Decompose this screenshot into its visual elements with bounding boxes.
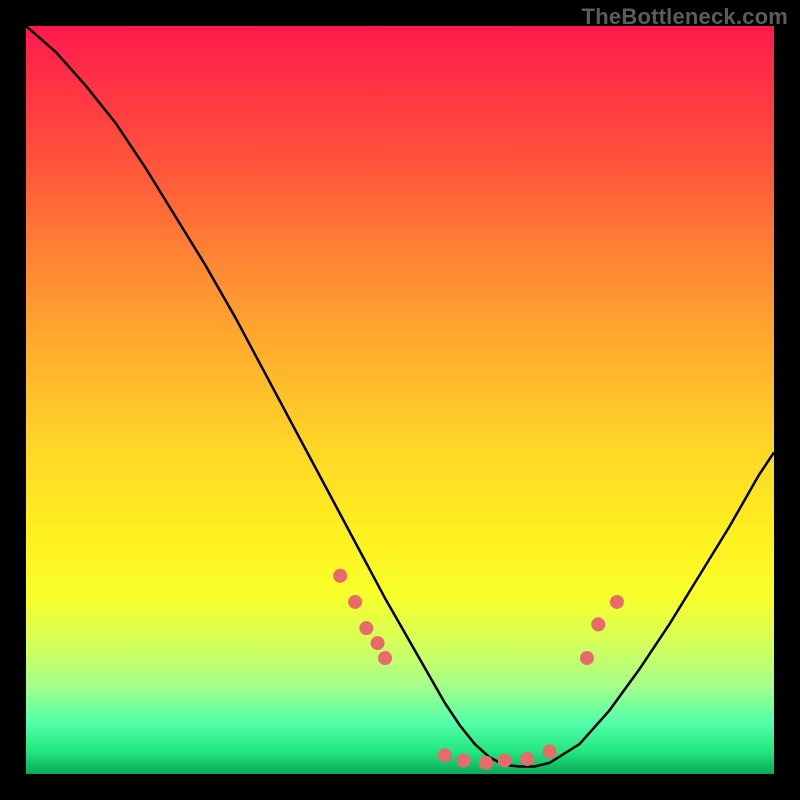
data-point [543, 745, 557, 759]
data-point [438, 748, 452, 762]
bottleneck-curve [26, 26, 774, 767]
data-point [498, 754, 512, 768]
data-point [371, 636, 385, 650]
data-point [610, 595, 624, 609]
data-points-group [333, 569, 624, 770]
chart-overlay [26, 26, 774, 774]
data-point [333, 569, 347, 583]
data-point [378, 651, 392, 665]
data-point [580, 651, 594, 665]
chart-frame: TheBottleneck.com [0, 0, 800, 800]
data-point [457, 754, 471, 768]
data-point [479, 756, 493, 770]
data-point [348, 595, 362, 609]
data-point [591, 617, 605, 631]
watermark-text: TheBottleneck.com [582, 4, 788, 30]
data-point [520, 752, 534, 766]
data-point [359, 621, 373, 635]
